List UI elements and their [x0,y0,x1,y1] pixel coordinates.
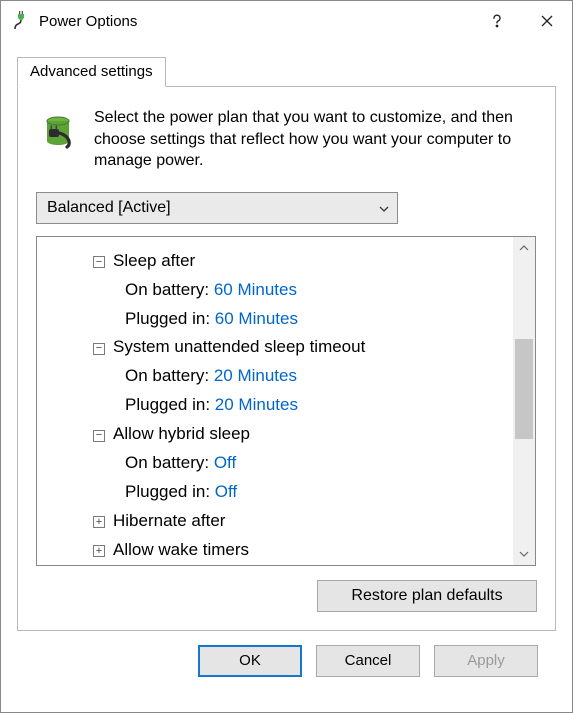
tree-group[interactable]: −Sleep after [51,247,507,276]
tree-setting-label: Plugged in [125,309,205,328]
collapse-icon[interactable]: − [93,343,105,355]
separator: : [204,453,213,472]
scroll-down-button[interactable] [513,543,535,565]
tree-setting-value[interactable]: 60 Minutes [214,280,297,299]
tree-setting-label: On battery [125,453,204,472]
collapse-icon[interactable]: − [93,256,105,268]
tree-group-label: Allow wake timers [113,540,249,559]
close-button[interactable] [522,1,572,41]
expand-icon[interactable]: + [93,516,105,528]
expand-icon[interactable]: + [93,545,105,557]
tree-group[interactable]: −System unattended sleep timeout [51,333,507,362]
scroll-up-button[interactable] [513,237,535,259]
tree-setting-label: On battery [125,280,204,299]
apply-label: Apply [467,652,505,669]
tab-label: Advanced settings [30,63,153,80]
tree-setting-value[interactable]: 20 Minutes [214,366,297,385]
separator: : [205,309,214,328]
tree-setting-label: On battery [125,366,204,385]
vertical-scrollbar[interactable] [513,237,535,565]
settings-tree-viewport: −Sleep afterOn battery: 60 MinutesPlugge… [37,237,513,565]
power-plan-selected: Balanced [Active] [47,199,171,217]
tab-panel: Select the power plan that you want to c… [17,86,556,631]
content-area: Advanced settings Select the power plan … [1,41,572,689]
tree-group-label: Sleep after [113,251,195,270]
cancel-button[interactable]: Cancel [316,645,420,677]
tree-group-label: Hibernate after [113,511,225,530]
help-button[interactable] [472,1,522,41]
settings-tree: −Sleep afterOn battery: 60 MinutesPlugge… [36,236,536,566]
apply-button[interactable]: Apply [434,645,538,677]
power-options-large-icon [36,107,80,159]
tree-group-label: System unattended sleep timeout [113,337,365,356]
tree-setting[interactable]: On battery: Off [51,449,507,478]
tree-setting-value[interactable]: Off [214,453,236,472]
collapse-icon[interactable]: − [93,430,105,442]
restore-row: Restore plan defaults [36,580,537,612]
separator: : [205,395,214,414]
tree-setting-value[interactable]: 60 Minutes [215,309,298,328]
tree-setting-value[interactable]: Off [215,482,237,501]
tree-setting[interactable]: On battery: 60 Minutes [51,276,507,305]
chevron-down-icon [379,201,389,215]
restore-defaults-button[interactable]: Restore plan defaults [317,580,537,612]
tree-group[interactable]: −Allow hybrid sleep [51,420,507,449]
power-plug-icon [11,11,31,31]
tree-group[interactable]: + Hibernate after [51,507,507,536]
dialog-footer: OK Cancel Apply [17,631,556,677]
tree-setting-label: Plugged in [125,395,205,414]
tab-advanced-settings[interactable]: Advanced settings [17,57,166,87]
ok-button[interactable]: OK [198,645,302,677]
scroll-track[interactable] [513,259,535,543]
tree-setting-value[interactable]: 20 Minutes [215,395,298,414]
separator: : [205,482,214,501]
power-plan-dropdown[interactable]: Balanced [Active] [36,192,398,224]
intro-text: Select the power plan that you want to c… [94,107,537,172]
ok-label: OK [239,652,261,669]
tree-setting[interactable]: Plugged in: 60 Minutes [51,305,507,334]
restore-defaults-label: Restore plan defaults [351,587,502,605]
window-title: Power Options [39,13,472,30]
intro-block: Select the power plan that you want to c… [36,107,537,172]
tree-group[interactable]: + Allow wake timers [51,536,507,565]
tab-row: Advanced settings [17,57,556,87]
tree-setting[interactable]: Plugged in: 20 Minutes [51,391,507,420]
titlebar: Power Options [1,1,572,41]
cancel-label: Cancel [345,652,392,669]
scroll-thumb[interactable] [515,339,533,439]
separator: : [204,366,213,385]
tree-setting-label: Plugged in [125,482,205,501]
tree-setting[interactable]: On battery: 20 Minutes [51,362,507,391]
separator: : [204,280,213,299]
tree-group-label: Allow hybrid sleep [113,424,250,443]
tree-setting[interactable]: Plugged in: Off [51,478,507,507]
